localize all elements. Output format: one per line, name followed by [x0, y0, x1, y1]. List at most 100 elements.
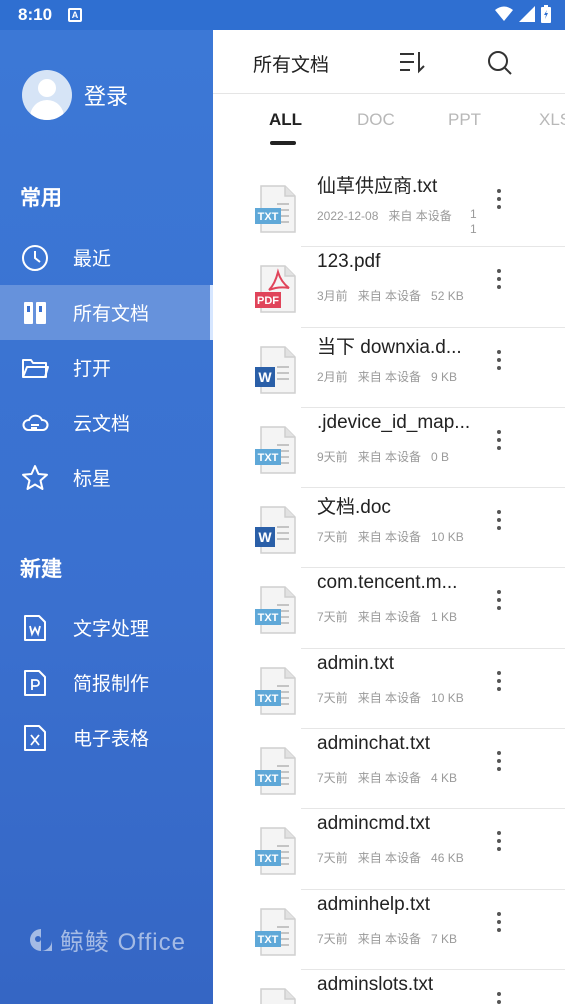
- file-row[interactable]: TXT 仙草供应商.txt 2022-12-08 来自 本设备 1 1: [213, 167, 565, 248]
- txt-file-icon: TXT: [253, 184, 299, 234]
- word-file-icon: W: [253, 345, 299, 395]
- books-icon: [21, 299, 49, 327]
- more-options-icon[interactable]: [494, 590, 504, 616]
- file-meta: 7天前 来自 本设备 46 KB: [317, 849, 474, 866]
- txt-file-icon: TXT: [253, 585, 299, 635]
- nav-item-label: 电子表格: [73, 729, 150, 750]
- file-source: 来自 本设备: [357, 530, 422, 545]
- file-row[interactable]: TXT .jdevice_id_map... 9天前 来自 本设备 0 B: [213, 408, 565, 489]
- file-size: 52 KB: [431, 289, 464, 304]
- file-date: 7天前: [317, 610, 348, 625]
- status-bar: 8:10 A: [0, 0, 565, 30]
- nav-item-starred[interactable]: 标星: [0, 450, 213, 505]
- more-options-icon[interactable]: [494, 510, 504, 536]
- wifi-icon: [495, 6, 513, 21]
- create-excel-doc[interactable]: 电子表格: [0, 710, 213, 765]
- file-name: 123.pdf: [317, 251, 381, 273]
- file-list: TXT 仙草供应商.txt 2022-12-08 来自 本设备 1 1 PDF 123.pd…: [213, 170, 565, 1004]
- file-meta: 3月前 来自 本设备 52 KB: [317, 287, 474, 304]
- txt-file-icon: TXT: [253, 425, 299, 475]
- svg-text:W: W: [258, 369, 272, 385]
- svg-text:TXT: TXT: [258, 452, 279, 464]
- file-name: admincmd.txt: [317, 813, 430, 835]
- file-date: 7天前: [317, 851, 348, 866]
- more-options-icon[interactable]: [494, 189, 504, 215]
- clock-icon: [21, 244, 49, 272]
- svg-text:TXT: TXT: [258, 853, 279, 865]
- avatar[interactable]: [22, 70, 72, 120]
- nav-item-open[interactable]: 打开: [0, 340, 213, 395]
- tab-ppt[interactable]: PPT: [448, 110, 481, 130]
- tab-xls[interactable]: XLS: [539, 110, 565, 130]
- top-bar: 所有文档: [213, 30, 565, 94]
- signal-icon: [519, 6, 535, 22]
- file-meta: 2月前 来自 本设备 9 KB: [317, 368, 467, 385]
- page-title: 所有文档: [253, 55, 330, 76]
- file-size: 9 KB: [431, 369, 458, 384]
- more-options-icon[interactable]: [494, 991, 504, 1004]
- tab-all[interactable]: ALL: [269, 110, 302, 130]
- file-row[interactable]: W 当下 downxia.d... 2月前 来自 本设备 9 KB: [213, 328, 565, 408]
- file-row[interactable]: TXT adminhelp.txt 7天前 来自 本设备 7 KB: [213, 890, 565, 970]
- more-options-icon[interactable]: [494, 670, 504, 697]
- more-options-icon[interactable]: [494, 269, 504, 295]
- more-options-icon[interactable]: [494, 831, 504, 857]
- file-size: 4 KB: [431, 771, 458, 786]
- nav-item-cloud[interactable]: 云文档: [0, 395, 213, 450]
- file-date: 7天前: [317, 931, 348, 946]
- login-area[interactable]: 登录: [22, 70, 128, 120]
- file-row[interactable]: TXT admincmd.txt 7天前 来自 本设备 46 KB: [213, 809, 565, 890]
- file-source: 来自 本设备: [357, 289, 422, 304]
- file-date: 3月前: [317, 289, 348, 304]
- file-row[interactable]: W 文档.doc 7天前 来自 本设备 10 KB: [213, 488, 565, 569]
- file-meta: 7天前 来自 本设备 7 KB: [317, 930, 467, 947]
- file-size: 10 KB: [431, 690, 464, 705]
- create-ppt-doc[interactable]: 简报制作: [0, 655, 213, 710]
- nav-item-all-docs[interactable]: 所有文档: [0, 285, 213, 340]
- brand-text: 鲸鲮 Office: [60, 929, 186, 956]
- file-row[interactable]: TXT adminslots.txt: [213, 970, 565, 1004]
- file-date: 7天前: [317, 530, 348, 545]
- file-source: 来自 本设备: [357, 851, 422, 866]
- star-icon: [21, 464, 49, 492]
- nav-item-recent[interactable]: 最近: [0, 230, 213, 285]
- file-meta: 7天前 来自 本设备 4 KB: [317, 769, 467, 786]
- file-row[interactable]: PDF 123.pdf 3月前 来自 本设备 52 KB: [213, 247, 565, 328]
- file-name: admin.txt: [317, 652, 395, 674]
- section-common-title: 常用: [20, 187, 62, 210]
- svg-text:W: W: [258, 529, 272, 545]
- battery-icon: [541, 5, 551, 23]
- nav-item-label: 标星: [73, 469, 112, 490]
- file-name: 当下 downxia.d...: [317, 336, 462, 358]
- file-source: 来自 本设备: [357, 771, 422, 786]
- more-options-icon[interactable]: [494, 349, 504, 376]
- file-date: 9天前: [317, 449, 348, 464]
- tab-doc[interactable]: DOC: [357, 110, 395, 130]
- file-date: 7天前: [317, 771, 348, 786]
- sort-icon[interactable]: [398, 50, 426, 74]
- svg-text:TXT: TXT: [258, 612, 279, 624]
- file-meta: 7天前 来自 本设备 10 KB: [317, 528, 474, 545]
- file-name: adminhelp.txt: [317, 893, 431, 915]
- notification-icon: A: [68, 8, 82, 22]
- more-options-icon[interactable]: [494, 429, 504, 456]
- nav-item-label: 文字处理: [73, 619, 150, 640]
- file-meta: 2022-12-08 来自 本设备: [317, 207, 462, 224]
- file-row[interactable]: TXT admin.txt 7天前 来自 本设备 10 KB: [213, 649, 565, 730]
- create-word-doc[interactable]: 文字处理: [0, 600, 213, 655]
- cloud-icon: [21, 409, 49, 437]
- brand-logo: 鲸鲮 Office: [28, 922, 186, 957]
- more-options-icon[interactable]: [494, 911, 504, 938]
- svg-text:TXT: TXT: [258, 934, 279, 946]
- search-icon[interactable]: [487, 50, 513, 76]
- excel-doc-icon: [21, 724, 49, 752]
- section-new-title: 新建: [20, 558, 62, 581]
- file-row[interactable]: TXT com.tencent.m... 7天前 来自 本设备 1 KB: [213, 568, 565, 649]
- file-meta: 9天前 来自 本设备 0 B: [317, 448, 459, 465]
- login-label[interactable]: 登录: [84, 79, 128, 111]
- file-row[interactable]: TXT adminchat.txt 7天前 来自 本设备 4 KB: [213, 729, 565, 810]
- file-date: 2022-12-08: [317, 209, 379, 223]
- file-name: 文档.doc: [317, 497, 391, 519]
- more-options-icon[interactable]: [494, 751, 504, 777]
- file-source: 来自 本设备: [357, 610, 422, 625]
